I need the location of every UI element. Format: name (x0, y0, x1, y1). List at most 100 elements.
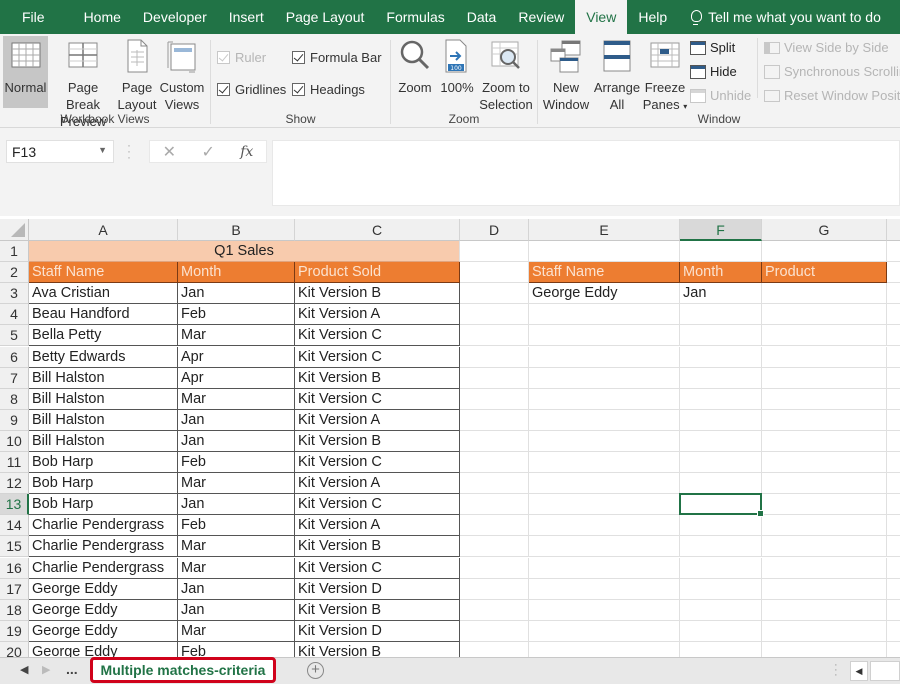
table-cell[interactable]: Jan (178, 494, 295, 516)
cell[interactable] (680, 346, 762, 368)
next-sheet-icon[interactable]: ▶ (42, 663, 50, 676)
cell[interactable] (460, 473, 529, 495)
cell[interactable] (887, 558, 900, 579)
cell[interactable] (762, 241, 887, 263)
cell[interactable] (529, 557, 680, 579)
cell[interactable] (887, 536, 900, 558)
normal-view-button[interactable]: Normal (3, 36, 48, 108)
cell[interactable] (529, 367, 680, 389)
formula-input[interactable] (272, 140, 900, 206)
cell[interactable] (680, 325, 762, 347)
row-header-13[interactable]: 13 (0, 494, 29, 516)
cell[interactable] (887, 431, 900, 452)
split-button[interactable]: Split (690, 40, 735, 55)
column-header-e[interactable]: E (529, 219, 680, 241)
insert-function-icon[interactable]: fx (240, 144, 253, 160)
formula-bar-checkbox[interactable]: Formula Bar (292, 50, 382, 65)
lookup-header-cell[interactable]: Month (680, 262, 762, 284)
cell[interactable] (887, 600, 900, 621)
chevron-down-icon[interactable]: ▼ (98, 145, 107, 155)
cell[interactable] (529, 325, 680, 347)
tab-insert[interactable]: Insert (218, 0, 275, 34)
table-cell[interactable]: Jan (178, 430, 295, 452)
cell[interactable] (460, 241, 529, 263)
row-header-15[interactable]: 15 (0, 536, 29, 558)
cell[interactable] (680, 641, 762, 657)
tab-help[interactable]: Help (627, 0, 678, 34)
tab-formulas[interactable]: Formulas (375, 0, 455, 34)
table-cell[interactable]: Kit Version A (295, 409, 460, 431)
table-cell[interactable]: Feb (178, 515, 295, 537)
row-header-2[interactable]: 2 (0, 262, 29, 284)
table-cell[interactable]: Bella Petty (29, 325, 178, 347)
row-header-12[interactable]: 12 (0, 473, 29, 495)
cell[interactable] (887, 473, 900, 495)
cell[interactable] (680, 473, 762, 495)
row-header-18[interactable]: 18 (0, 599, 29, 621)
tab-developer[interactable]: Developer (132, 0, 218, 34)
cell[interactable] (762, 641, 887, 657)
cell[interactable] (887, 410, 900, 431)
cell[interactable] (460, 325, 529, 347)
column-header-d[interactable]: D (460, 219, 529, 241)
prev-sheet-icon[interactable]: ◀ (20, 663, 28, 676)
gridlines-checkbox[interactable]: Gridlines (217, 82, 286, 97)
table-cell[interactable]: Mar (178, 325, 295, 347)
view-side-by-side-button[interactable]: View Side by Side (764, 40, 889, 55)
table-cell[interactable]: Bill Halston (29, 430, 178, 452)
cell[interactable] (460, 578, 529, 600)
page-layout-button[interactable]: Page Layout (117, 36, 157, 113)
table-cell[interactable]: Bill Halston (29, 388, 178, 410)
table-cell[interactable]: Kit Version A (295, 473, 460, 495)
cell[interactable] (460, 283, 529, 305)
cell[interactable] (762, 409, 887, 431)
cell[interactable] (887, 283, 900, 305)
freeze-panes-button[interactable]: Freeze Panes ▾ (642, 36, 688, 115)
table-cell[interactable]: Betty Edwards (29, 346, 178, 368)
cell[interactable] (762, 388, 887, 410)
name-box[interactable]: F13 ▼ (6, 140, 114, 163)
zoom-100-button[interactable]: 100 100% (437, 36, 477, 96)
table-cell[interactable]: Charlie Pendergrass (29, 536, 178, 558)
table-header-cell[interactable]: Staff Name (29, 262, 178, 284)
cell[interactable] (762, 536, 887, 558)
selected-cell-outline[interactable] (679, 493, 764, 518)
table-cell[interactable]: Feb (178, 641, 295, 657)
cell[interactable] (762, 346, 887, 368)
cell[interactable] (529, 304, 680, 326)
cell[interactable] (680, 388, 762, 410)
cell[interactable] (762, 452, 887, 474)
table-cell[interactable]: Jan (178, 599, 295, 621)
column-header-b[interactable]: B (178, 219, 295, 241)
cell[interactable] (887, 325, 900, 347)
row-header-16[interactable]: 16 (0, 557, 29, 579)
synchronous-scrolling-button[interactable]: Synchronous Scrolling (764, 64, 900, 79)
table-cell[interactable]: Bob Harp (29, 494, 178, 516)
lookup-header-cell[interactable]: Staff Name (529, 262, 680, 284)
cell[interactable] (887, 262, 900, 284)
reset-window-position-button[interactable]: Reset Window Position (764, 88, 900, 103)
row-header-6[interactable]: 6 (0, 346, 29, 368)
cell[interactable] (680, 452, 762, 474)
cell[interactable] (680, 557, 762, 579)
table-cell[interactable]: Feb (178, 304, 295, 326)
ruler-checkbox[interactable]: Ruler (217, 50, 266, 65)
arrange-all-button[interactable]: Arrange All (592, 36, 642, 113)
unhide-button[interactable]: Unhide (690, 88, 751, 103)
lookup-value-cell[interactable]: Jan (680, 283, 762, 305)
table-cell[interactable]: Jan (178, 409, 295, 431)
cell[interactable] (529, 599, 680, 621)
column-header-f[interactable]: F (680, 219, 762, 241)
table-cell[interactable]: Bill Halston (29, 367, 178, 389)
table-cell[interactable]: Jan (178, 578, 295, 600)
row-header-10[interactable]: 10 (0, 430, 29, 452)
cell[interactable] (762, 557, 887, 579)
cell[interactable] (762, 515, 887, 537)
cell[interactable] (762, 430, 887, 452)
row-header-20[interactable]: 20 (0, 641, 29, 657)
column-header-a[interactable]: A (29, 219, 178, 241)
new-window-button[interactable]: New Window (540, 36, 592, 113)
horizontal-scrollbar[interactable] (870, 661, 900, 681)
table-cell[interactable]: Kit Version D (295, 620, 460, 642)
table-cell[interactable]: Charlie Pendergrass (29, 515, 178, 537)
